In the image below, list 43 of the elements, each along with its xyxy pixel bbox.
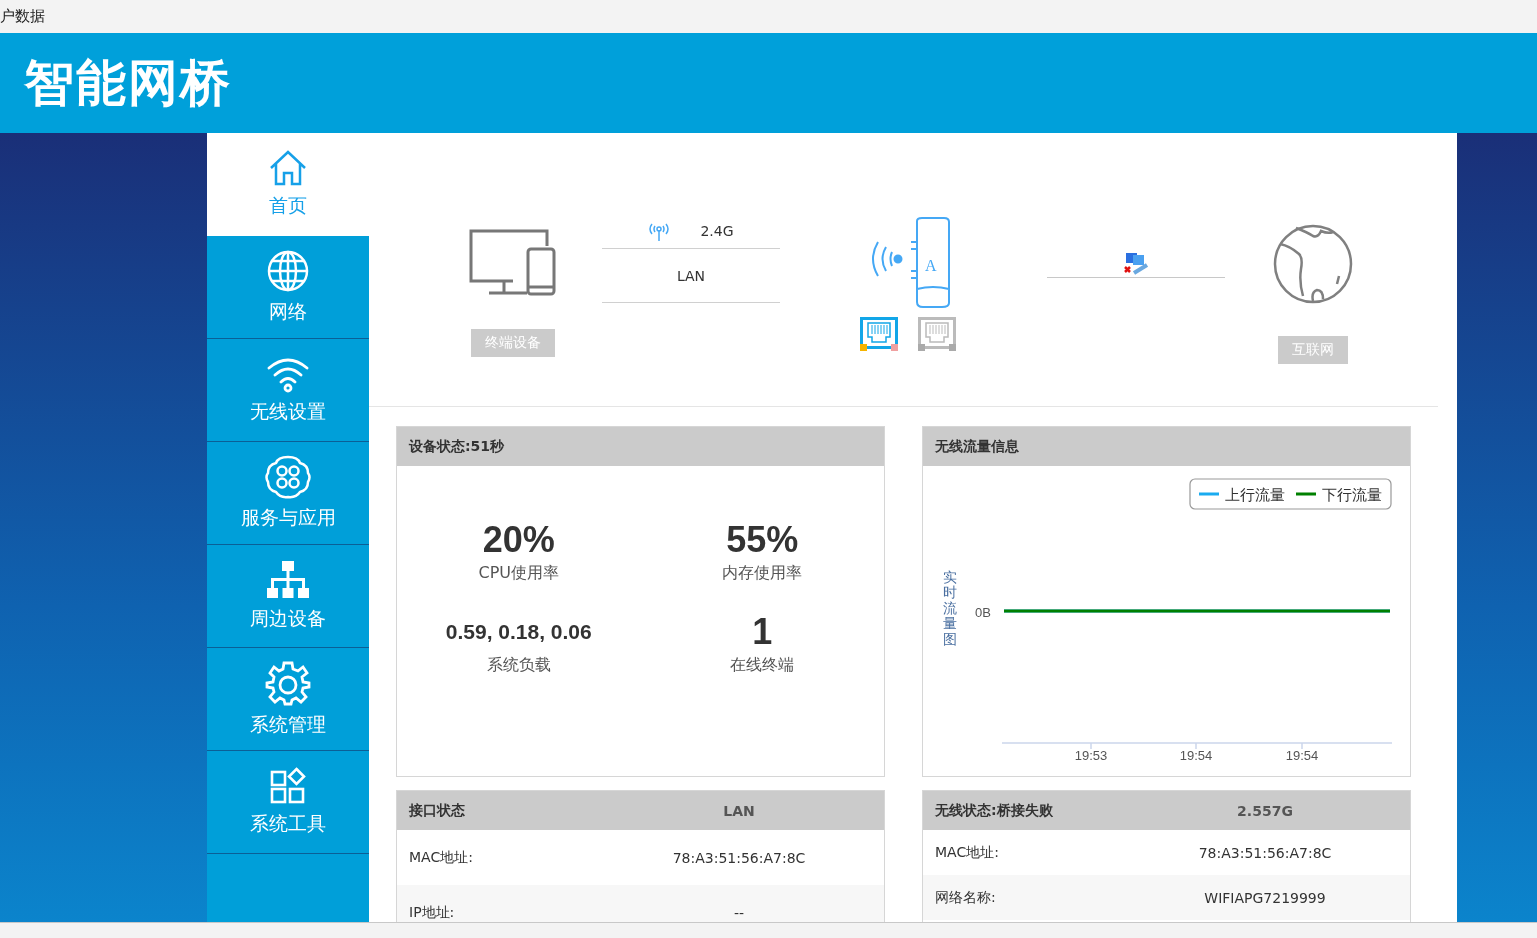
gear-icon: [265, 660, 311, 706]
legend-label: 下行流量: [1322, 486, 1382, 504]
sidebar-item[interactable]: 首页: [207, 133, 369, 236]
row-value: WIFIAPG7219999: [1203, 889, 1327, 906]
tick-label: 0B: [975, 605, 991, 620]
tick-label: 19:54: [1179, 748, 1213, 763]
tick-label: 19:54: [1285, 748, 1319, 763]
band-label: 2.4G: [700, 222, 734, 239]
globe-icon: [1273, 224, 1353, 304]
row-value: 78:A3:51:56:A7:8C: [671, 849, 807, 866]
card-title: 接口状态: [409, 801, 466, 820]
row-value: 78:A3:51:56:A7:8C: [1197, 844, 1333, 861]
stat-value: 20%: [482, 519, 555, 561]
card-title: 无线流量信息: [935, 437, 1019, 456]
stat-label: CPU使用率: [478, 563, 559, 584]
stat-value: 55%: [726, 519, 799, 561]
card-title: 无线状态:桥接失败: [935, 801, 1054, 820]
card-title: 设备状态:51秒: [409, 437, 505, 456]
row-label: MAC地址:: [409, 848, 474, 867]
legend-label: 上行流量: [1225, 486, 1285, 504]
home-icon: [268, 149, 308, 187]
column-header: 2.557G: [1236, 802, 1294, 819]
row-label: MAC地址:: [935, 843, 1000, 862]
globe-icon: [266, 249, 310, 293]
network-tree-icon: [266, 560, 310, 600]
flower-icon: [265, 455, 311, 499]
computer-phone-icon: [469, 229, 557, 297]
row-label: 网络名称:: [935, 888, 997, 907]
axis-title: 实时流量图: [943, 570, 957, 649]
stat-label: 系统负载: [486, 655, 551, 676]
window-title: 户数据: [0, 7, 45, 26]
stat-label: 在线终端: [730, 655, 795, 676]
tick-label: 19:53: [1074, 748, 1108, 763]
column-header: LAN: [722, 802, 756, 819]
stat-value: 0.59, 0.18, 0.06: [445, 619, 592, 645]
stat-value: 1: [752, 611, 773, 653]
row-value: --: [732, 904, 746, 921]
row-label: IP地址:: [409, 903, 456, 922]
link-label: LAN: [602, 249, 780, 303]
apps-icon: [269, 767, 307, 805]
device-letter: A: [925, 258, 937, 274]
stat-label: 内存使用率: [722, 563, 803, 584]
logo: 智能网桥: [24, 52, 232, 114]
